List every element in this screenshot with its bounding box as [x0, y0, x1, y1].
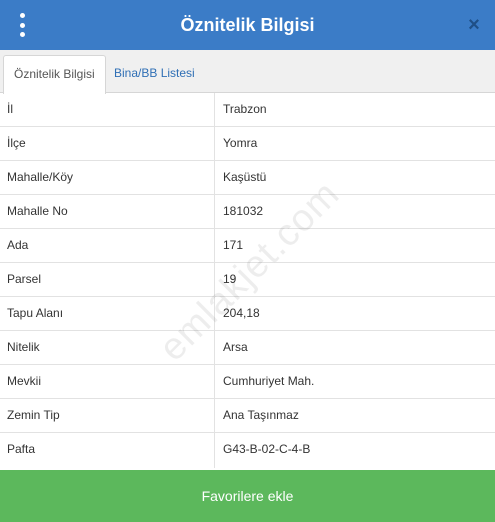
table-row: Mahalle No 181032 — [0, 195, 495, 229]
table-row: Mahalle/Köy Kaşüstü — [0, 161, 495, 195]
row-key: İlçe — [0, 127, 215, 160]
table-row: Ada 171 — [0, 229, 495, 263]
row-value: 181032 — [223, 204, 264, 218]
table-row: Parsel 19 — [0, 263, 495, 297]
dialog-header: Öznitelik Bilgisi × — [0, 0, 495, 50]
table-row: Zemin Tip Ana Taşınmaz — [0, 399, 495, 433]
row-key: Ada — [0, 229, 215, 262]
row-value: Yomra — [223, 136, 258, 150]
row-value: Kaşüstü — [223, 170, 267, 184]
table-row: İlçe Yomra — [0, 127, 495, 161]
row-value: 171 — [223, 238, 244, 252]
table-row: İl Trabzon — [0, 93, 495, 127]
row-key: Zemin Tip — [0, 399, 215, 432]
tab-bina-bb-listesi[interactable]: Bina/BB Listesi — [104, 55, 205, 93]
row-key: Pafta — [0, 433, 215, 468]
row-value: G43-B-02-C-4-B — [223, 442, 311, 456]
row-value: Arsa — [223, 340, 248, 354]
attribute-table: İl Trabzon İlçe Yomra Mahalle/Köy Kaşüst… — [0, 93, 495, 468]
tab-oznitelik-bilgisi[interactable]: Öznitelik Bilgisi — [3, 55, 106, 94]
row-value: Trabzon — [223, 102, 267, 116]
row-value: 204,18 — [223, 306, 260, 320]
row-key: Mevkii — [0, 365, 215, 398]
row-value: 19 — [223, 272, 237, 286]
add-to-favorites-button[interactable]: Favorilere ekle — [0, 470, 495, 522]
row-value: Cumhuriyet Mah. — [223, 374, 315, 388]
row-key: Tapu Alanı — [0, 297, 215, 330]
row-key: Mahalle No — [0, 195, 215, 228]
row-key: Mahalle/Köy — [0, 161, 215, 194]
table-row: Nitelik Arsa — [0, 331, 495, 365]
table-row: Tapu Alanı 204,18 — [0, 297, 495, 331]
row-key: Nitelik — [0, 331, 215, 364]
close-icon[interactable]: × — [463, 14, 485, 36]
row-key: İl — [0, 93, 215, 126]
row-value: Ana Taşınmaz — [223, 408, 299, 422]
row-key: Parsel — [0, 263, 215, 296]
dialog-title: Öznitelik Bilgisi — [180, 15, 315, 35]
tab-bar: Öznitelik Bilgisi Bina/BB Listesi — [0, 50, 495, 94]
table-row: Mevkii Cumhuriyet Mah. — [0, 365, 495, 399]
table-row: Pafta G43-B-02-C-4-B — [0, 433, 495, 468]
